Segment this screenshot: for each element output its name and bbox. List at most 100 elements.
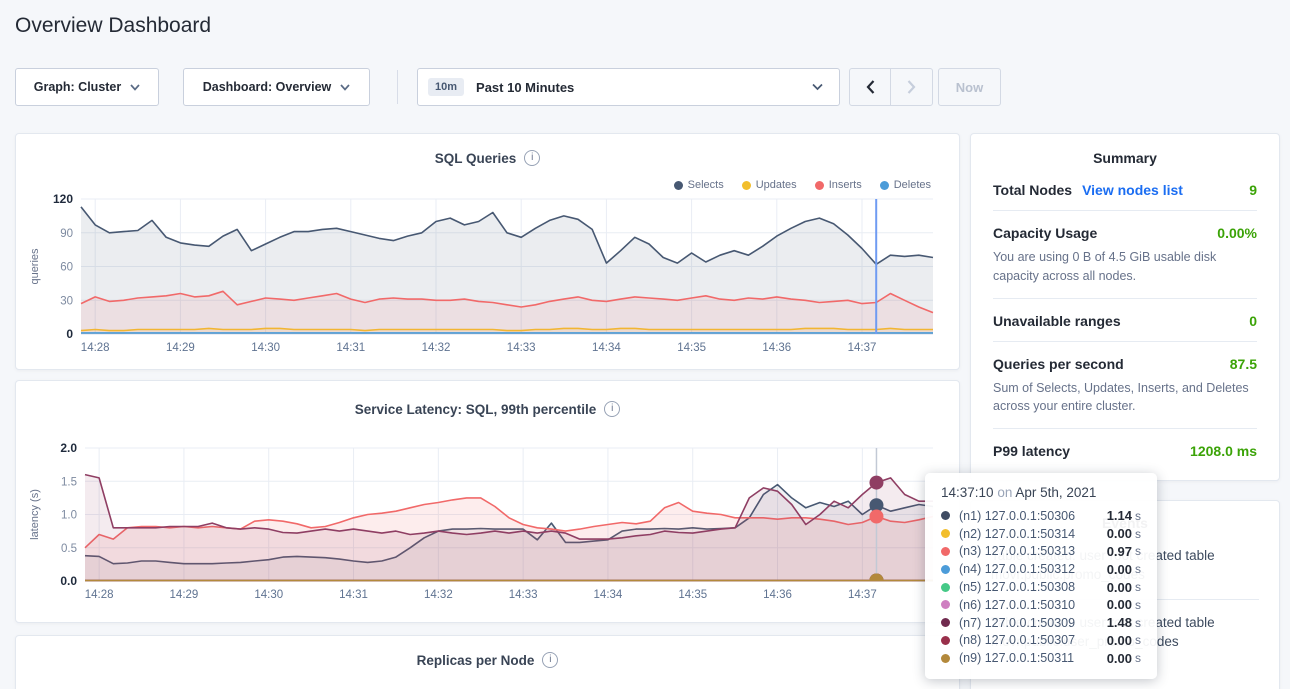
svg-text:14:28: 14:28	[85, 589, 114, 601]
svg-text:0.0: 0.0	[60, 574, 77, 588]
sql-queries-chart[interactable]: 14:2814:2914:3014:3114:3214:3314:3414:35…	[16, 194, 961, 364]
tooltip-node-row: (n9) 127.0.0.1:503110.00s	[941, 649, 1141, 667]
tooltip-node-row: (n6) 127.0.0.1:503100.00s	[941, 596, 1141, 614]
sql-queries-legend: Selects Updates Inserts Deletes	[674, 179, 931, 191]
page-title: Overview Dashboard	[15, 14, 211, 38]
summary-value: 87.5	[1230, 356, 1257, 372]
legend-item-selects[interactable]: Selects	[674, 179, 724, 191]
dashboard-selector-label: Dashboard: Overview	[203, 80, 332, 94]
sql-queries-title: SQL Queries	[435, 151, 517, 166]
tooltip-node-row: (n2) 127.0.0.1:503140.00s	[941, 525, 1141, 543]
tooltip-node-dot-icon	[941, 547, 950, 556]
chevron-down-icon	[130, 78, 140, 96]
summary-row-head: Queries per second 87.5	[993, 356, 1257, 372]
toolbar-divider	[397, 70, 398, 104]
tooltip-node-row: (n7) 127.0.0.1:503091.48s	[941, 614, 1141, 632]
summary-value: 9	[1249, 182, 1257, 198]
service-latency-card: Service Latency: SQL, 99th percentile i …	[15, 380, 960, 623]
summary-title: Summary	[971, 134, 1279, 168]
time-range-dropdown[interactable]: 10m Past 10 Minutes	[417, 68, 840, 106]
svg-text:90: 90	[60, 228, 73, 240]
info-icon[interactable]: i	[604, 401, 620, 417]
svg-text:14:36: 14:36	[763, 589, 792, 601]
svg-text:14:29: 14:29	[170, 589, 199, 601]
tooltip-node-unit: s	[1135, 509, 1141, 523]
summary-description: You are using 0 B of 4.5 GiB usable disk…	[993, 248, 1257, 286]
chevron-down-icon	[340, 78, 350, 96]
legend-item-deletes[interactable]: Deletes	[880, 179, 931, 191]
svg-text:1.0: 1.0	[61, 510, 77, 522]
chevron-left-icon	[866, 80, 875, 94]
tooltip-node-dot-icon	[941, 600, 950, 609]
tooltip-node-address: (n5) 127.0.0.1:50308	[959, 580, 1107, 594]
summary-label: Capacity Usage	[993, 225, 1097, 241]
summary-row: Queries per second87.5Sum of Selects, Up…	[993, 342, 1257, 430]
svg-text:14:31: 14:31	[336, 342, 365, 354]
chevron-down-icon	[812, 78, 823, 96]
tooltip-node-value: 0.00	[1107, 526, 1132, 541]
tooltip-node-address: (n3) 127.0.0.1:50313	[959, 544, 1107, 558]
dashboard-selector-dropdown[interactable]: Dashboard: Overview	[183, 68, 370, 106]
time-window-badge: 10m	[428, 78, 464, 96]
svg-text:14:35: 14:35	[678, 589, 707, 601]
tooltip-timestamp: 14:37:10 on Apr 5th, 2021	[941, 485, 1141, 500]
next-time-button[interactable]	[891, 69, 932, 105]
tooltip-node-address: (n4) 127.0.0.1:50312	[959, 562, 1107, 576]
view-nodes-list-link[interactable]: View nodes list	[1082, 182, 1183, 198]
tooltip-node-dot-icon	[941, 565, 950, 574]
tooltip-node-unit: s	[1135, 562, 1141, 576]
svg-text:30: 30	[60, 295, 73, 307]
svg-text:14:37: 14:37	[848, 589, 877, 601]
chart-hover-tooltip: 14:37:10 on Apr 5th, 2021 (n1) 127.0.0.1…	[925, 473, 1157, 679]
legend-label: Updates	[756, 179, 797, 191]
svg-text:14:33: 14:33	[509, 589, 538, 601]
graph-selector-dropdown[interactable]: Graph: Cluster	[15, 68, 159, 106]
svg-text:14:31: 14:31	[339, 589, 368, 601]
tooltip-node-row: (n4) 127.0.0.1:503120.00s	[941, 560, 1141, 578]
legend-label: Inserts	[829, 179, 862, 191]
tooltip-node-dot-icon	[941, 583, 950, 592]
summary-row: Unavailable ranges0	[993, 299, 1257, 342]
service-latency-chart[interactable]: 14:2814:2914:3014:3114:3214:3314:3414:35…	[16, 436, 961, 611]
info-icon[interactable]: i	[542, 652, 558, 668]
tooltip-node-value: 0.00	[1107, 580, 1132, 595]
legend-dot-icon	[815, 181, 824, 190]
svg-text:0.5: 0.5	[61, 543, 77, 555]
tooltip-node-address: (n8) 127.0.0.1:50307	[959, 633, 1107, 647]
legend-item-updates[interactable]: Updates	[742, 179, 797, 191]
tooltip-node-unit: s	[1135, 598, 1141, 612]
previous-time-button[interactable]	[850, 69, 891, 105]
svg-text:1.5: 1.5	[61, 476, 77, 488]
tooltip-node-unit: s	[1135, 527, 1141, 541]
svg-text:queries: queries	[29, 248, 41, 285]
tooltip-node-address: (n6) 127.0.0.1:50310	[959, 598, 1107, 612]
svg-text:14:33: 14:33	[507, 342, 536, 354]
tooltip-node-value: 0.00	[1107, 562, 1132, 577]
tooltip-node-dot-icon	[941, 529, 950, 538]
now-button[interactable]: Now	[938, 68, 1001, 106]
legend-item-inserts[interactable]: Inserts	[815, 179, 862, 191]
svg-text:14:34: 14:34	[592, 342, 621, 354]
svg-text:14:32: 14:32	[422, 342, 451, 354]
summary-label: Total Nodes	[993, 182, 1072, 198]
tooltip-node-unit: s	[1135, 633, 1141, 647]
info-icon[interactable]: i	[524, 150, 540, 166]
tooltip-node-row: (n1) 127.0.0.1:503061.14s	[941, 507, 1141, 525]
svg-text:latency (s): latency (s)	[29, 489, 41, 540]
tooltip-node-dot-icon	[941, 511, 950, 520]
tooltip-node-address: (n7) 127.0.0.1:50309	[959, 616, 1107, 630]
legend-label: Selects	[688, 179, 724, 191]
tooltip-node-row: (n8) 127.0.0.1:503070.00s	[941, 632, 1141, 650]
tooltip-node-value: 0.00	[1107, 651, 1132, 666]
tooltip-node-unit: s	[1135, 616, 1141, 630]
legend-dot-icon	[880, 181, 889, 190]
legend-dot-icon	[674, 181, 683, 190]
tooltip-node-value: 0.97	[1107, 544, 1132, 559]
tooltip-node-value: 1.14	[1107, 508, 1132, 523]
summary-row: Total Nodes View nodes list 9	[993, 168, 1257, 211]
summary-label: Queries per second	[993, 356, 1124, 372]
chevron-right-icon	[907, 80, 916, 94]
tooltip-node-value: 1.48	[1107, 615, 1132, 630]
service-latency-title: Service Latency: SQL, 99th percentile	[355, 402, 597, 417]
svg-text:120: 120	[53, 194, 73, 206]
